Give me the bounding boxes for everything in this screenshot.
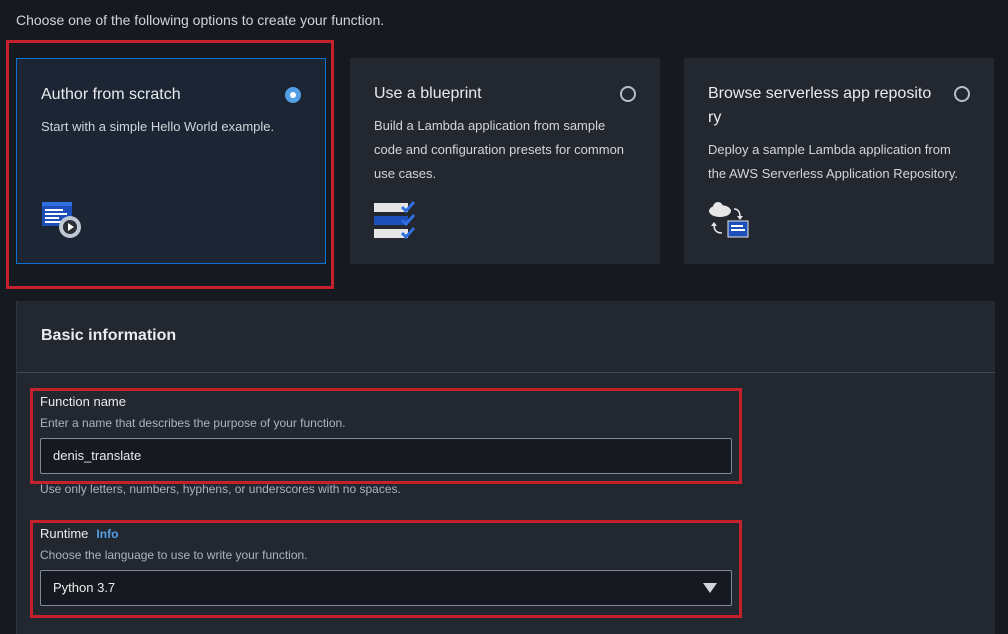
highlight-box-runtime — [30, 520, 742, 618]
option-use-blueprint[interactable]: Use a blueprint Build a Lambda applicati… — [350, 58, 660, 264]
checklist-icon — [374, 201, 418, 246]
option-description: Build a Lambda application from sample c… — [374, 118, 625, 181]
page-instructions: Choose one of the following options to c… — [16, 12, 385, 28]
option-description: Deploy a sample Lambda application from … — [708, 142, 959, 181]
option-radio[interactable] — [620, 86, 636, 102]
highlight-box-selected-option — [6, 40, 334, 289]
function-name-constraint: Use only letters, numbers, hyphens, or u… — [40, 482, 401, 496]
option-title: Browse serverless app repository — [708, 85, 932, 126]
cloud-sync-icon — [708, 201, 752, 246]
option-radio[interactable] — [954, 86, 970, 102]
panel-title: Basic information — [17, 301, 995, 373]
option-browse-serverless-repo[interactable]: Browse serverless app repository Deploy … — [684, 58, 994, 264]
option-title: Use a blueprint — [374, 85, 482, 102]
highlight-box-function-name — [30, 388, 742, 484]
